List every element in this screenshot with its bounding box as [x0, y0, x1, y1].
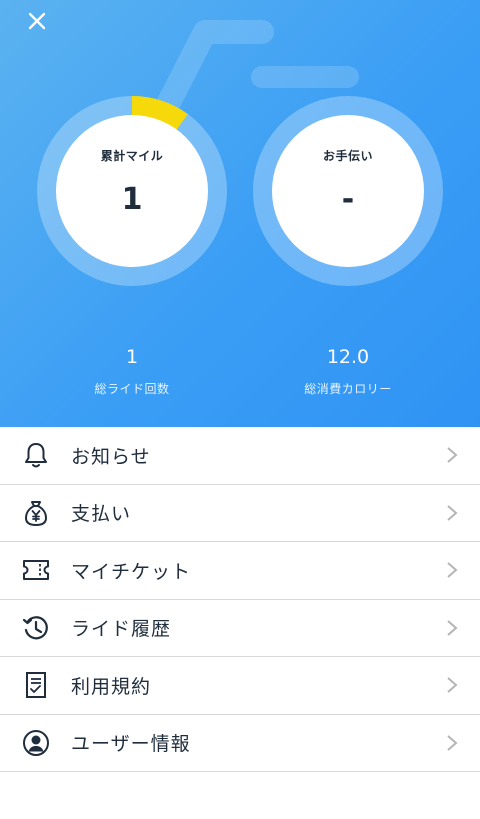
close-button[interactable] [20, 4, 54, 38]
total-rides-value: 1 [125, 346, 139, 368]
help-count-label: お手伝い [322, 149, 373, 163]
menu-item-terms[interactable]: 利用規約 [0, 657, 480, 715]
chevron-right-icon [447, 619, 458, 636]
menu-label-my-tickets: マイチケット [71, 560, 192, 583]
menu-label-ride-history: ライド履歴 [71, 618, 172, 641]
total-calories-value: 12.0 [326, 346, 370, 368]
total-calories-label: 総消費カロリー [304, 382, 392, 396]
cumulative-miles-value: 1 [121, 182, 143, 217]
cumulative-miles-label: 累計マイル [100, 149, 164, 163]
menu-item-payment[interactable]: 支払い [0, 485, 480, 542]
total-rides-stat: 1 総ライド回数 [32, 346, 232, 397]
menu-label-user-info: ユーザー情報 [71, 733, 191, 756]
help-count-value: - [341, 182, 355, 217]
menu-label-payment: 支払い [71, 503, 132, 526]
chevron-right-icon [447, 677, 458, 694]
total-calories-stat: 12.0 総消費カロリー [248, 346, 448, 397]
ticket-icon [22, 556, 50, 584]
help-count-card: お手伝い - [272, 115, 424, 267]
menu-item-notifications[interactable]: お知らせ [0, 427, 480, 485]
bell-icon [22, 441, 50, 469]
terms-document-icon [22, 671, 50, 699]
menu-label-terms: 利用規約 [71, 675, 152, 698]
history-icon [22, 614, 50, 642]
user-icon [22, 729, 50, 757]
money-bag-icon [22, 499, 50, 527]
help-count-gauge: お手伝い - [253, 96, 443, 286]
cumulative-miles-gauge: 累計マイル 1 [37, 96, 227, 286]
profile-header: 累計マイル 1 お手伝い - 1 総ライド回数 12.0 総消費カロリー [0, 0, 480, 427]
account-menu: お知らせ 支払い マイチケット ライド履歴 利用規約 ユーザー情報 [0, 427, 480, 772]
menu-label-notifications: お知らせ [71, 445, 151, 468]
chevron-right-icon [447, 734, 458, 751]
chevron-right-icon [447, 447, 458, 464]
chevron-right-icon [447, 562, 458, 579]
menu-item-my-tickets[interactable]: マイチケット [0, 542, 480, 600]
chevron-right-icon [447, 504, 458, 521]
menu-item-ride-history[interactable]: ライド履歴 [0, 600, 480, 657]
close-icon [28, 12, 46, 30]
cumulative-miles-card: 累計マイル 1 [56, 115, 208, 267]
menu-item-user-info[interactable]: ユーザー情報 [0, 715, 480, 772]
total-rides-label: 総ライド回数 [94, 382, 170, 396]
